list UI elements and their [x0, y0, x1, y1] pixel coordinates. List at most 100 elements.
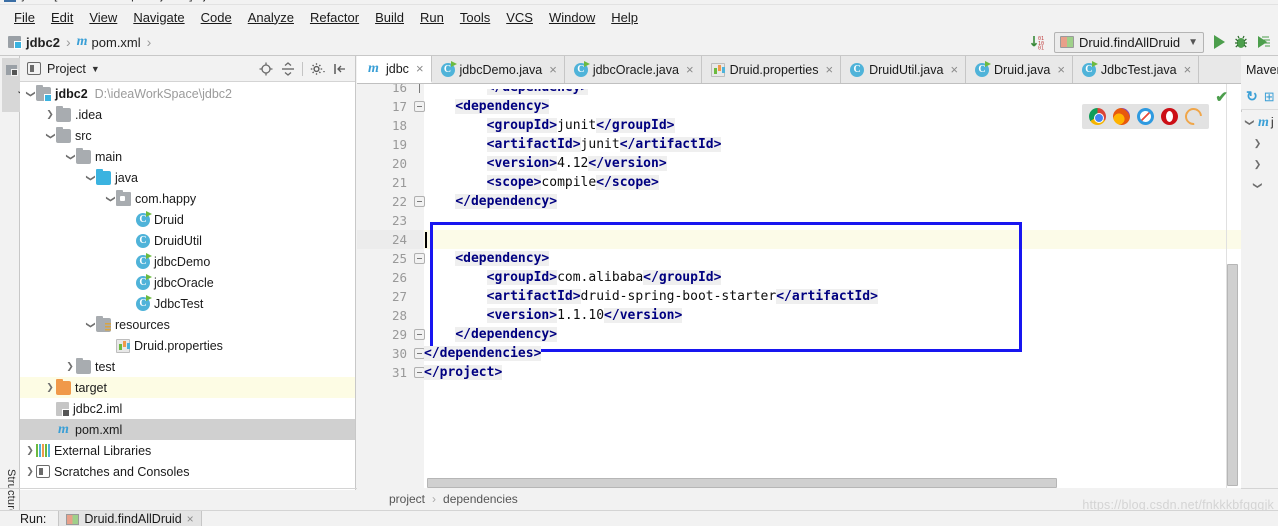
tree-row-com-happy[interactable]: ❯ com.happy [20, 188, 355, 209]
tree-row-java[interactable]: ❯ java [20, 167, 355, 188]
tree-row-src[interactable]: ❯ src [20, 125, 355, 146]
tree-row-scratches-and-consoles[interactable]: ❯ Scratches and Consoles [20, 461, 355, 482]
opera-icon[interactable] [1161, 108, 1178, 125]
run-configuration-selector[interactable]: Druid.findAllDruid ▼ [1053, 31, 1204, 53]
gutter-line-number[interactable]: 26 [357, 268, 407, 287]
chevron-down-icon[interactable]: ❯ [105, 193, 115, 205]
chevron-right-icon[interactable]: ❯ [24, 446, 36, 456]
gutter-line-number[interactable]: 25 [357, 249, 407, 268]
breadcrumb-dependencies[interactable]: dependencies [443, 492, 518, 506]
menu-navigate[interactable]: Navigate [125, 8, 192, 27]
code-line[interactable]: <version>4.12</version> [424, 154, 667, 173]
gutter-line-number[interactable]: 31 [357, 363, 407, 382]
close-icon[interactable]: × [686, 63, 694, 76]
chevron-down-icon[interactable]: ❯ [1244, 116, 1255, 129]
maven-tree-row[interactable]: ❯ [1241, 154, 1278, 175]
chevron-right-icon[interactable]: ❯ [24, 467, 36, 477]
tree-row-external-libraries[interactable]: ❯ External Libraries [20, 440, 355, 461]
chevron-down-icon[interactable]: ❯ [85, 319, 95, 331]
close-icon[interactable]: × [1184, 63, 1192, 76]
menu-analyze[interactable]: Analyze [240, 8, 302, 27]
chevron-down-icon[interactable]: ❯ [25, 88, 35, 100]
breadcrumb-item-jdbc2[interactable]: jdbc2 [8, 35, 60, 50]
menu-vcs[interactable]: VCS [498, 8, 541, 27]
tree-row-druid[interactable]: C Druid [20, 209, 355, 230]
tree-row-pom-xml[interactable]: m pom.xml [20, 419, 355, 440]
run-tab-druid-findalldruid[interactable]: Druid.findAllDruid × [58, 511, 202, 526]
tree-row-jdbctest[interactable]: C JdbcTest [20, 293, 355, 314]
chrome-icon[interactable] [1089, 108, 1106, 125]
chevron-down-icon[interactable]: ❯ [65, 151, 75, 163]
menu-view[interactable]: View [81, 8, 125, 27]
maven-reimport-icon[interactable]: ↻ [1246, 88, 1258, 105]
gutter-line-number[interactable]: 29 [357, 325, 407, 344]
code-line[interactable]: <dependency> [424, 249, 550, 268]
gutter-line-number[interactable]: 21 [357, 173, 407, 192]
editor-body[interactable]: 16 17 18 19 20 21 22 23 24 25 26 27 28 29 30 31 </depen… [357, 84, 1241, 490]
code-line[interactable]: </dependency> [424, 89, 589, 97]
inspection-status-icon[interactable]: ✔ [1215, 88, 1228, 106]
menu-file[interactable]: File [6, 8, 43, 27]
breadcrumb-item-pomxml[interactable]: m pom.xml [77, 34, 141, 50]
chevron-right-icon[interactable]: ❯ [1251, 138, 1264, 149]
tree-row-druid-properties[interactable]: Druid.properties [20, 335, 355, 356]
menu-run[interactable]: Run [412, 8, 452, 27]
firefox-icon[interactable] [1113, 108, 1130, 125]
run-with-coverage-button[interactable] [1252, 31, 1274, 53]
code-line[interactable]: </dependency> [424, 192, 558, 211]
maven-tree-row[interactable]: ❯ [1241, 133, 1278, 154]
menu-tools[interactable]: Tools [452, 8, 498, 27]
tree-row-druidutil[interactable]: C DruidUtil [20, 230, 355, 251]
code-line[interactable]: </dependency> [424, 325, 558, 344]
gutter-line-number[interactable]: 23 [357, 211, 407, 230]
tree-row-jdbcoracle[interactable]: CjdbcOracle [20, 272, 355, 293]
gutter-line-number[interactable]: 20 [357, 154, 407, 173]
chevron-right-icon[interactable]: ❯ [44, 110, 56, 120]
code-line[interactable]: <dependency> [424, 97, 550, 116]
menu-edit[interactable]: Edit [43, 8, 81, 27]
chevron-down-icon[interactable]: ❯ [85, 172, 95, 184]
menu-help[interactable]: Help [603, 8, 646, 27]
code-line[interactable]: <scope>compile</scope> [424, 173, 659, 192]
code-line[interactable]: <artifactId>druid-spring-boot-starter</a… [424, 287, 878, 306]
menu-window[interactable]: Window [541, 8, 603, 27]
tree-row-jdbc2[interactable]: ❯ jdbc2 D:\ideaWorkSpace\jdbc2 [20, 83, 355, 104]
edge-icon[interactable] [1181, 104, 1206, 129]
editor-tab-druid-properties[interactable]: Druid.properties × [701, 56, 842, 83]
code-line[interactable]: <artifactId>junit</artifactId> [424, 135, 722, 154]
tree-row-jdbc2-iml[interactable]: jdbc2.iml [20, 398, 355, 419]
editor-tab-jdbcdemo-java[interactable]: CjdbcDemo.java × [431, 56, 565, 83]
chevron-down-icon[interactable]: ❯ [45, 130, 55, 142]
project-tree[interactable]: ❯ jdbc2 D:\ideaWorkSpace\jdbc2 ❯ .idea ❯ src ❯ m… [20, 82, 355, 490]
maven-tree-row[interactable]: ❯ [1241, 175, 1278, 196]
maven-add-icon[interactable]: ⊞ [1264, 89, 1275, 105]
close-icon[interactable]: × [416, 62, 424, 75]
editor-horizontal-scrollbar[interactable] [427, 478, 1057, 488]
gutter-line-number[interactable]: 22 [357, 192, 407, 211]
chevron-right-icon[interactable]: ❯ [1251, 159, 1264, 170]
chevron-down-icon[interactable]: ❯ [1252, 179, 1263, 192]
tree-row-target[interactable]: ❯ target [20, 377, 355, 398]
maven-panel-title[interactable]: Maven [1241, 56, 1278, 84]
code-line[interactable]: <version>1.1.10</version> [424, 306, 683, 325]
gutter-line-number[interactable]: 27 [357, 287, 407, 306]
editor-vertical-scrollbar[interactable] [1227, 264, 1238, 486]
menu-code[interactable]: Code [193, 8, 240, 27]
debug-button[interactable] [1230, 31, 1252, 53]
tree-row-test[interactable]: ❯ test [20, 356, 355, 377]
maven-tree-row[interactable]: ❯ m j [1241, 112, 1278, 133]
gutter-line-number[interactable]: 28 [357, 306, 407, 325]
editor-tab-druidutil-java[interactable]: C DruidUtil.java × [841, 56, 967, 83]
run-button[interactable] [1208, 31, 1230, 53]
gutter-line-number[interactable]: 16 [357, 84, 407, 97]
tree-row-resources[interactable]: ❯ resources [20, 314, 355, 335]
gutter-line-number[interactable]: 30 [357, 344, 407, 363]
editor-tab-druid-java[interactable]: C Druid.java × [966, 56, 1073, 83]
editor-tab-jdbctest-java[interactable]: C JdbcTest.java × [1072, 56, 1200, 83]
close-icon[interactable]: × [549, 63, 557, 76]
gutter-line-number[interactable]: 19 [357, 135, 407, 154]
gutter-line-number[interactable]: 24 [357, 230, 407, 249]
code-line[interactable]: </project> [424, 363, 503, 382]
tree-row-main[interactable]: ❯ main [20, 146, 355, 167]
editor-tab-bar[interactable]: m jdbc × CjdbcDemo.java × CjdbcOracle.java × Dr… [357, 56, 1241, 84]
